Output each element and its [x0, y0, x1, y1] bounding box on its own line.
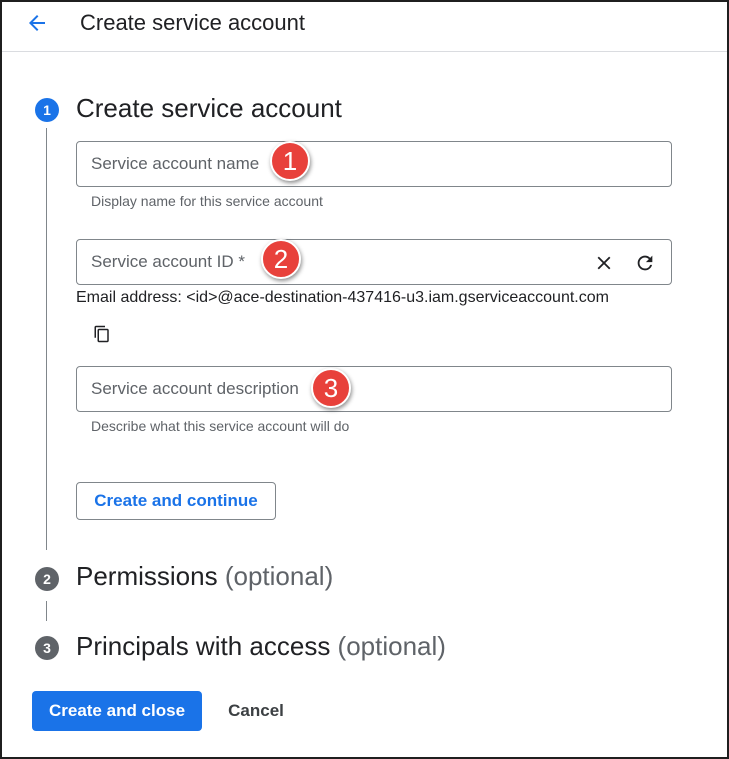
page-title: Create service account	[80, 10, 305, 35]
refresh-icon	[637, 255, 653, 271]
step-1-title: Create service account	[76, 93, 342, 123]
service-account-name-hint: Display name for this service account	[91, 193, 323, 209]
annotation-badge-2: 2	[261, 239, 301, 279]
step-connector-2	[46, 601, 47, 621]
step-2-title: Permissions (optional)	[76, 561, 334, 591]
dialog-frame: Create service account 1 Create service …	[0, 0, 729, 759]
cancel-button[interactable]: Cancel	[214, 691, 298, 731]
create-and-continue-button[interactable]: Create and continue	[76, 482, 276, 520]
service-account-description-hint: Describe what this service account will …	[91, 418, 350, 434]
copy-icon	[94, 325, 109, 343]
annotation-badge-1: 1	[270, 141, 310, 181]
step-2-indicator: 2	[35, 567, 59, 591]
step-3-title: Principals with access (optional)	[76, 631, 446, 661]
copy-email-button[interactable]	[88, 320, 116, 348]
email-address-text: Email address: <id>@ace-destination-4374…	[76, 289, 609, 306]
create-and-close-button[interactable]: Create and close	[32, 691, 202, 731]
step-connector-1	[46, 128, 47, 550]
step-1-indicator: 1	[35, 98, 59, 122]
annotation-badge-3: 3	[311, 368, 351, 408]
service-account-id-input[interactable]	[91, 240, 581, 284]
service-account-description-field[interactable]	[76, 366, 672, 412]
page-header: Create service account	[2, 2, 727, 52]
step-3-optional-label: (optional)	[337, 631, 446, 661]
regenerate-id-button[interactable]	[631, 249, 659, 277]
close-icon	[597, 256, 611, 270]
step-2-optional-label: (optional)	[224, 561, 334, 591]
back-button[interactable]	[22, 8, 52, 38]
service-account-name-field[interactable]	[76, 141, 672, 187]
service-account-id-field[interactable]	[76, 239, 672, 285]
service-account-name-input[interactable]	[91, 142, 591, 186]
step-3-indicator: 3	[35, 636, 59, 660]
arrow-back-icon	[29, 15, 45, 31]
clear-id-button[interactable]	[590, 249, 618, 277]
